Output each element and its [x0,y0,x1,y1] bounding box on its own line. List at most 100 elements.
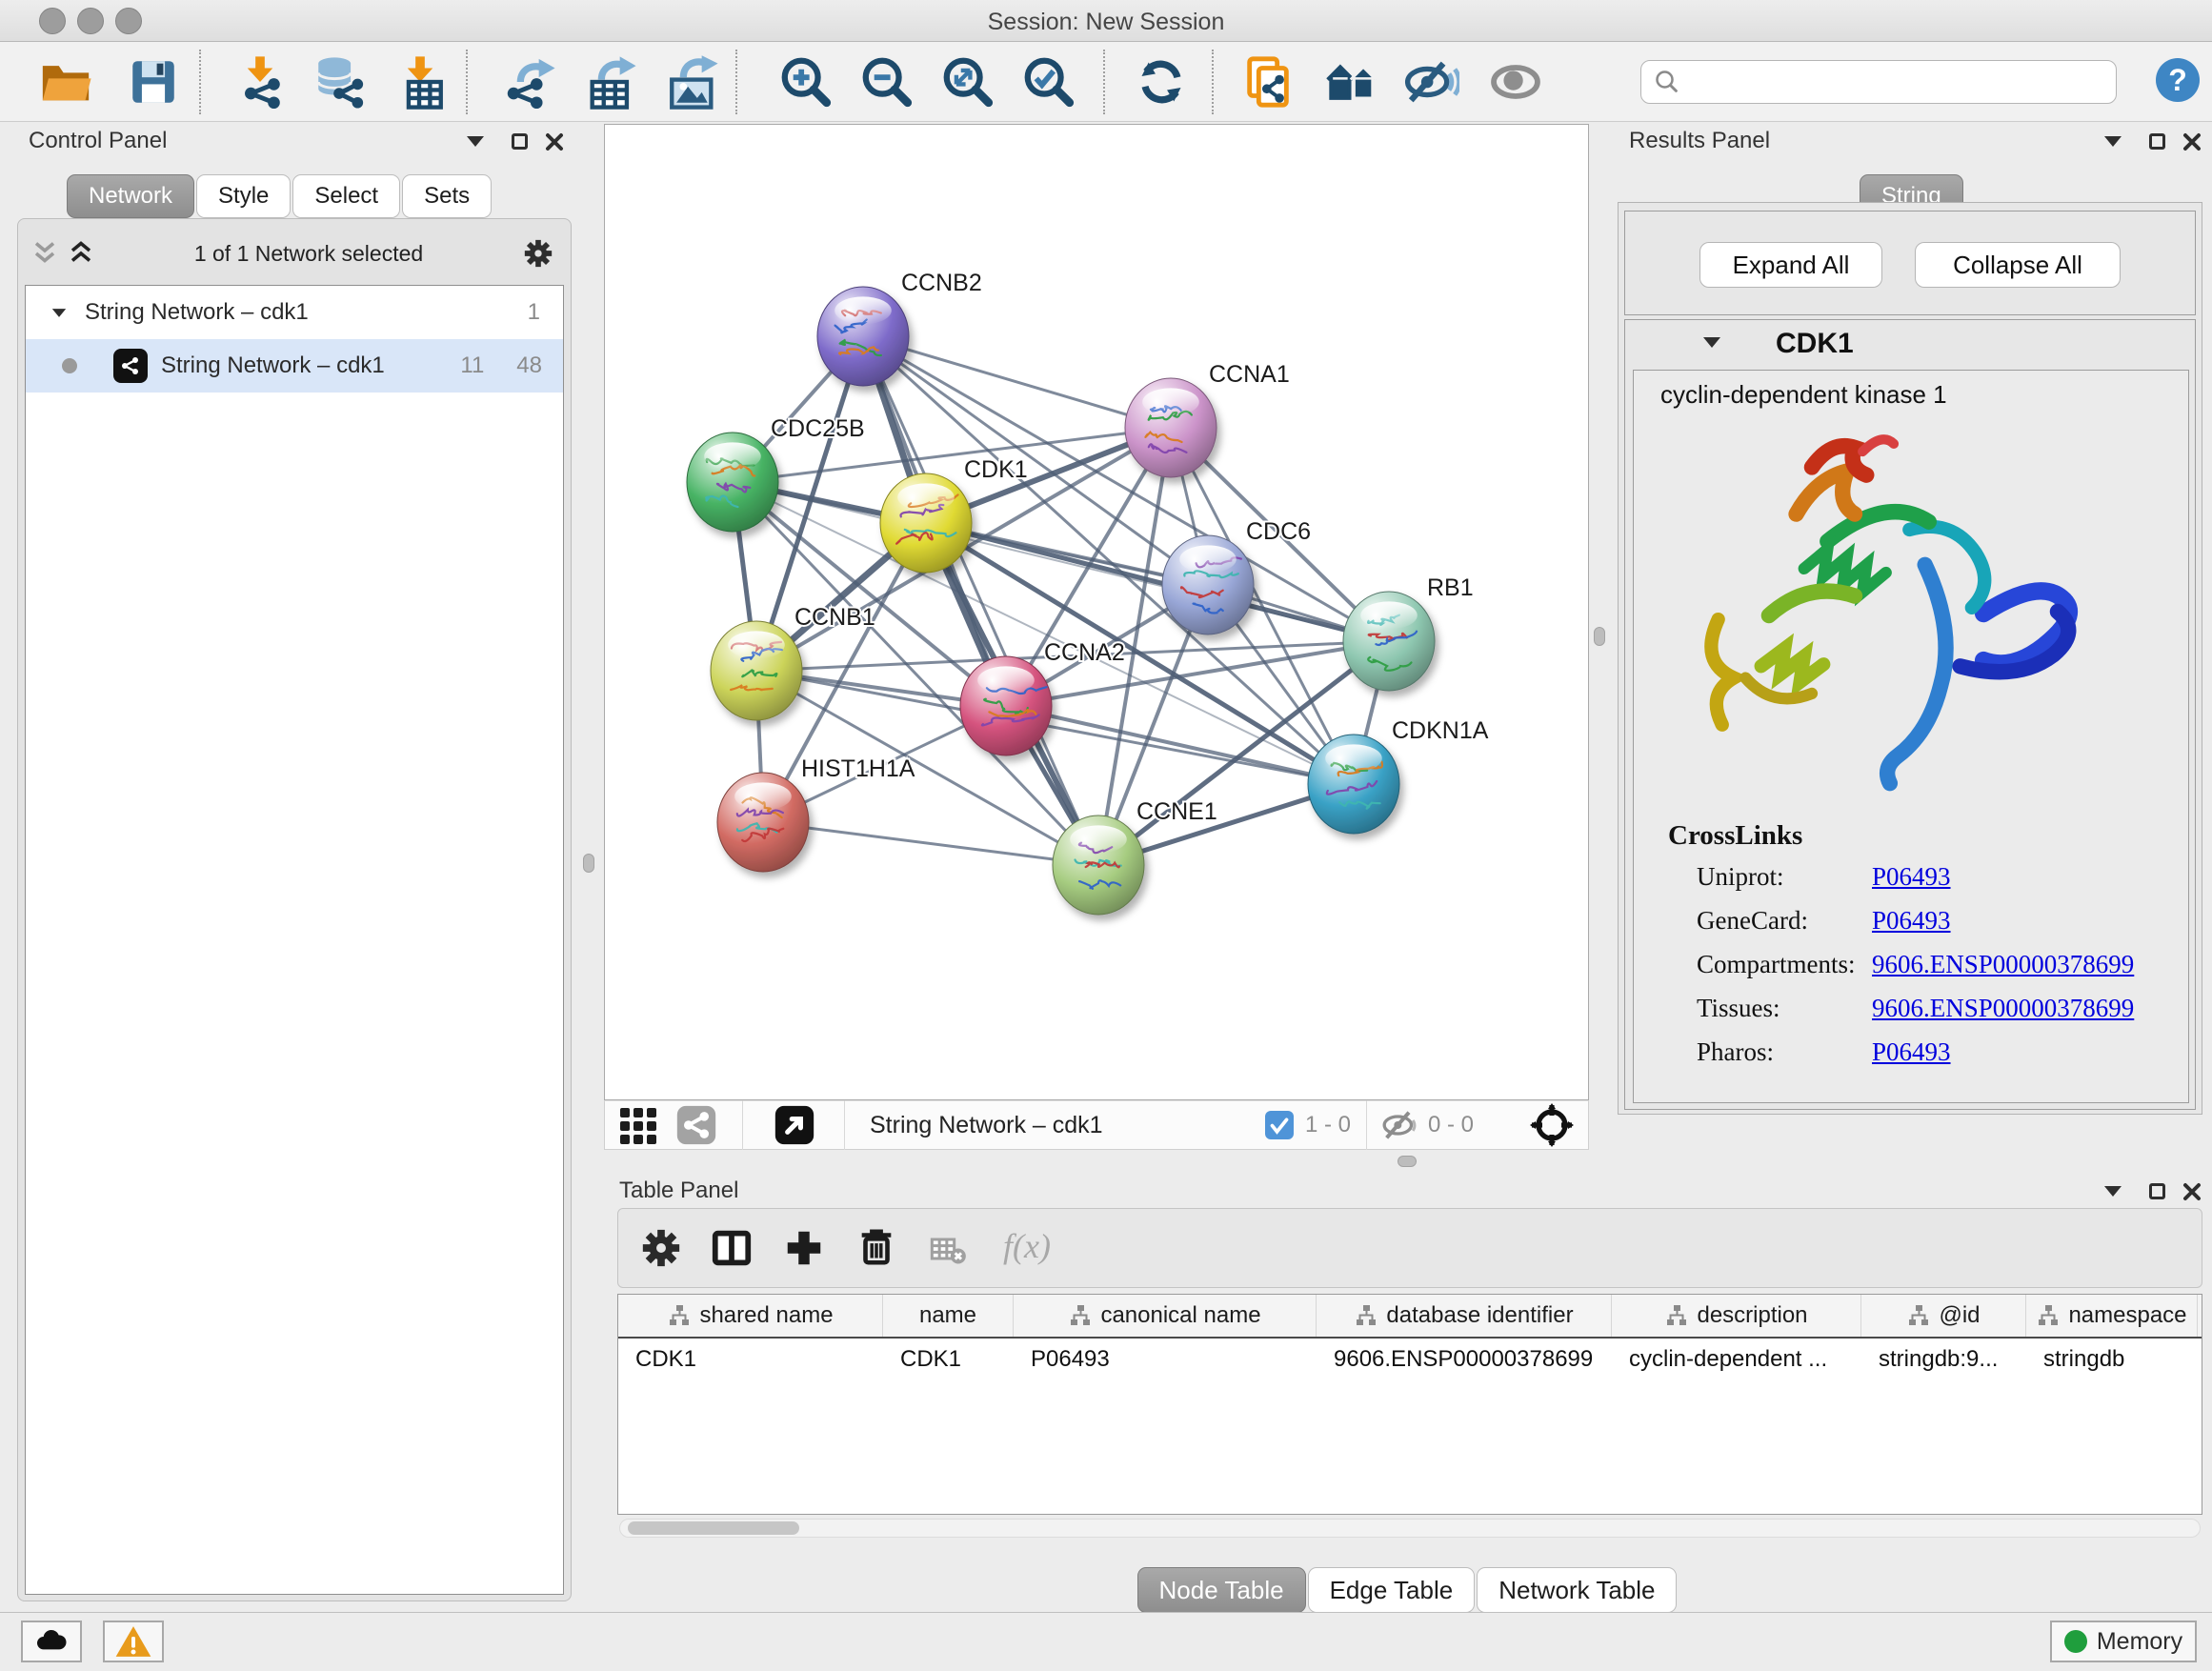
cloud-button[interactable] [21,1621,82,1662]
expand-all-button[interactable]: Expand All [1699,242,1882,288]
birds-eye-grid-icon[interactable] [614,1102,660,1148]
toolbar-separator [1103,50,1105,114]
save-session-icon[interactable] [126,54,181,110]
column-header-shared-name[interactable]: shared name [618,1295,883,1337]
network-node-RB1[interactable]: RB1 [1343,574,1474,691]
import-database-icon[interactable] [312,54,367,110]
control-panel-float-icon[interactable] [512,133,528,150]
bottom-splitter-handle[interactable] [1398,1156,1417,1167]
table-panel-float-icon[interactable] [2149,1183,2165,1199]
column-header-description[interactable]: description [1612,1295,1861,1337]
hidden-eye-slash-icon[interactable] [1380,1106,1418,1144]
table-panel-collapse-icon[interactable] [2104,1186,2122,1197]
open-session-icon[interactable] [38,54,93,110]
gene-collapse-icon[interactable] [1703,337,1720,348]
refresh-icon[interactable] [1134,54,1189,110]
open-external-icon[interactable] [774,1104,815,1146]
results-panel-float-icon[interactable] [2149,133,2165,150]
collapse-all-button[interactable]: Collapse All [1915,242,2121,288]
column-header--id[interactable]: @id [1861,1295,2026,1337]
warning-button[interactable] [103,1621,164,1662]
network-node-count: 11 [460,352,484,379]
crosslink-link[interactable]: P06493 [1872,862,1951,906]
show-columns-icon[interactable] [710,1226,754,1270]
table-panel-close-icon[interactable] [2182,1182,2202,1201]
scrollbar-handle[interactable] [628,1521,799,1535]
crosslink-link[interactable]: 9606.ENSP00000378699 [1872,950,2134,994]
network-node-label: CDK1 [964,456,1028,483]
tab-network-table[interactable]: Network Table [1477,1567,1677,1613]
table-toolbar: f(x) [617,1208,2202,1288]
collapse-all-chevrons-icon[interactable] [30,239,59,268]
show-all-eye-icon[interactable] [1488,54,1543,110]
zoom-fit-icon[interactable] [940,54,995,110]
search-icon [1653,68,1681,96]
network-row[interactable]: String Network – cdk1 11 48 [26,339,563,393]
right-splitter-handle[interactable] [1594,627,1605,646]
first-neighbors-icon[interactable] [1324,54,1379,110]
tab-edge-table[interactable]: Edge Table [1308,1567,1476,1613]
tab-network[interactable]: Network [67,174,194,218]
tab-select[interactable]: Select [292,174,400,218]
memory-button[interactable]: Memory [2050,1621,2197,1662]
network-node-HIST1H1A[interactable]: HIST1H1A [717,755,915,872]
zoom-out-icon[interactable] [859,54,915,110]
fit-selected-crosshair-icon[interactable] [1529,1102,1575,1148]
search-input[interactable] [1681,69,2101,95]
column-header-namespace[interactable]: namespace [2026,1295,2198,1337]
column-header-name[interactable]: name [883,1295,1014,1337]
tab-node-table[interactable]: Node Table [1137,1567,1306,1613]
selected-checkbox-icon[interactable] [1265,1111,1294,1139]
expand-all-chevrons-icon[interactable] [67,239,95,268]
network-node-CDC25B[interactable]: CDC25B [687,415,865,532]
network-node-CCNA1[interactable]: CCNA1 [1125,361,1290,477]
export-table-icon[interactable] [583,54,638,110]
tree-expand-icon[interactable] [52,309,66,317]
table-cell: CDK1 [883,1346,1014,1373]
network-edge-CCNB2-CCNE1[interactable] [863,336,1098,865]
zoom-in-icon[interactable] [778,54,834,110]
network-edge-CCNB2-CCNA1[interactable] [863,336,1171,428]
import-table-icon[interactable] [392,54,448,110]
string-share-icon[interactable] [675,1104,717,1146]
table-cell: cyclin-dependent ... [1612,1346,1861,1373]
memory-label: Memory [2097,1628,2182,1656]
tab-style[interactable]: Style [196,174,291,218]
table-horizontal-scrollbar[interactable] [619,1519,2201,1538]
crosslink-link[interactable]: 9606.ENSP00000378699 [1872,994,2134,1037]
column-header-label: database identifier [1386,1302,1573,1329]
delete-column-trash-icon[interactable] [855,1224,898,1268]
crosslink-link[interactable]: P06493 [1872,906,1951,950]
crosslink-link[interactable]: P06493 [1872,1037,1951,1081]
results-panel-collapse-icon[interactable] [2104,136,2122,147]
clone-network-icon[interactable] [1240,54,1296,110]
network-edge-CDK1-RB1[interactable] [926,523,1389,641]
control-panel-title: Control Panel [29,128,167,154]
collection-count: 1 [528,299,540,326]
left-splitter-handle[interactable] [583,854,594,873]
import-network-icon[interactable] [232,54,288,110]
results-panel-close-icon[interactable] [2182,132,2202,151]
help-icon[interactable]: ? [2156,58,2200,102]
network-edge-HIST1H1A-CCNE1[interactable] [763,822,1098,865]
network-node-label: CDC6 [1246,518,1311,545]
control-panel-close-icon[interactable] [545,132,564,151]
network-list-gear-icon[interactable] [522,237,554,270]
export-image-icon[interactable] [665,54,720,110]
hide-selected-eye-icon[interactable] [1404,54,1459,110]
network-node-CDK1[interactable]: CDK1 [880,456,1028,573]
network-canvas[interactable]: CCNB2CCNA1CDC25BCDK1CDC6RB1CCNB1CCNA2CDK… [604,124,1589,1100]
tab-sets[interactable]: Sets [402,174,492,218]
table-row[interactable]: CDK1CDK1P064939606.ENSP00000378699cyclin… [618,1339,2202,1380]
control-panel-collapse-icon[interactable] [467,136,484,147]
zoom-selected-icon[interactable] [1021,54,1076,110]
column-header-canonical-name[interactable]: canonical name [1014,1295,1317,1337]
table-settings-gear-icon[interactable] [639,1226,683,1270]
add-column-icon[interactable] [782,1226,826,1270]
column-header-database-identifier[interactable]: database identifier [1317,1295,1612,1337]
network-collection-row[interactable]: String Network – cdk1 1 [26,286,563,339]
table-header-row: shared namenamecanonical name database id… [618,1295,2202,1339]
crosslink-row: GeneCard:P06493 [1697,906,2173,950]
export-network-icon[interactable] [502,54,557,110]
network-node-CDKN1A[interactable]: CDKN1A [1308,717,1489,834]
